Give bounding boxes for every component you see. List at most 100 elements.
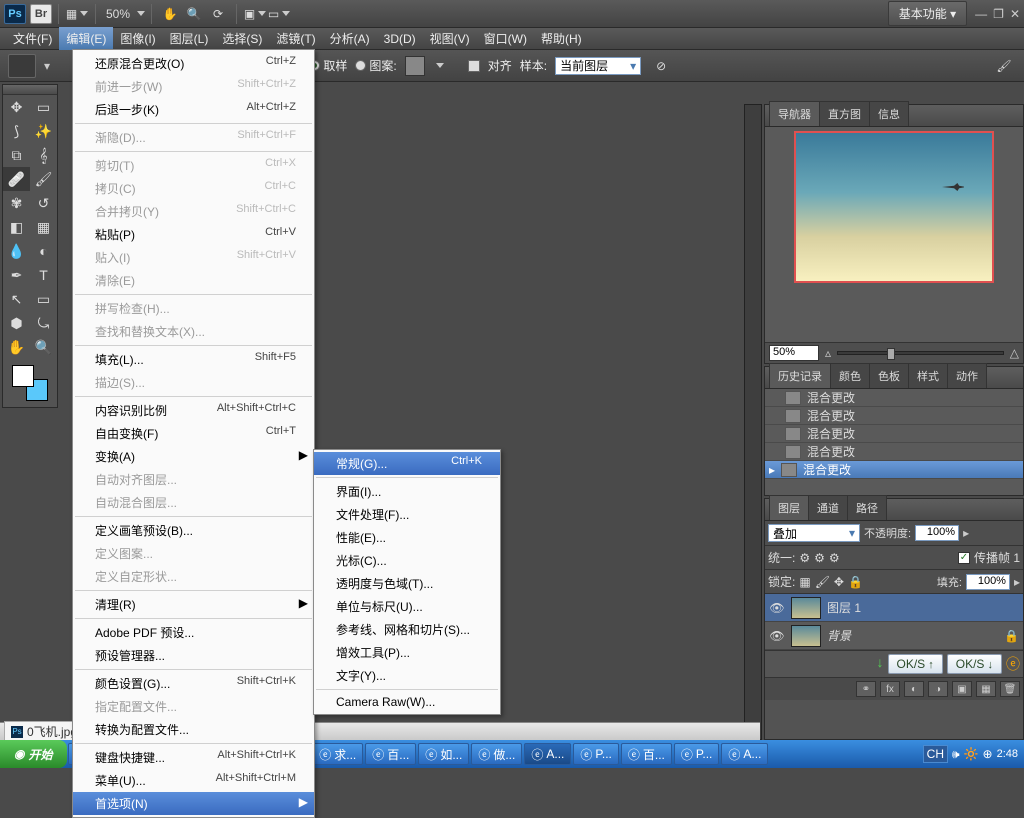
menu-item[interactable]: 预设管理器... (73, 644, 314, 667)
menu-item[interactable]: 键盘快捷键...Alt+Shift+Ctrl+K (73, 746, 314, 769)
sample-select[interactable]: 当前图层▾ (555, 57, 641, 75)
menu-analysis[interactable]: 分析(A) (323, 27, 377, 50)
taskbar-item[interactable]: ⓔA... (721, 743, 768, 765)
taskbar-item[interactable]: ⓔP... (573, 743, 618, 765)
menu-view[interactable]: 视图(V) (423, 27, 477, 50)
tray-icon[interactable]: ⊕ (983, 747, 993, 761)
marquee-tool-icon[interactable]: ▭ (30, 95, 57, 119)
navigator-zoom-slider[interactable] (837, 351, 1004, 355)
layer-row[interactable]: 👁图层 1 (765, 594, 1023, 622)
tray-icon[interactable]: 🕪 (952, 747, 960, 762)
3d-camera-tool-icon[interactable]: ⤿ (30, 311, 57, 335)
submenu-item[interactable]: 参考线、网格和切片(S)... (314, 618, 500, 641)
trash-icon[interactable]: 🗑 (1000, 681, 1020, 697)
menu-item[interactable]: 首选项(N)▶ (73, 792, 314, 815)
menu-image[interactable]: 图像(I) (113, 27, 162, 50)
tab-styles[interactable]: 样式 (908, 363, 948, 388)
submenu-item[interactable]: 增效工具(P)... (314, 641, 500, 664)
history-brush-tool-icon[interactable]: ↺ (30, 191, 57, 215)
tab-actions[interactable]: 动作 (947, 363, 987, 388)
workspace-switcher[interactable]: 基本功能 ▾ (888, 1, 967, 26)
gradient-tool-icon[interactable]: ▦ (30, 215, 57, 239)
panel-collapse-bar[interactable] (744, 104, 762, 740)
menu-item[interactable]: 还原混合更改(O)Ctrl+Z (73, 52, 314, 75)
color-swatches[interactable] (12, 365, 48, 401)
layer-row[interactable]: 👁背景🔒 (765, 622, 1023, 650)
fill-input[interactable]: 100% (966, 574, 1010, 590)
visibility-icon[interactable]: 👁 (769, 600, 785, 616)
menu-window[interactable]: 窗口(W) (477, 27, 534, 50)
unify-icon3[interactable]: ⚙ (829, 551, 840, 565)
opacity-input[interactable]: 100% (915, 525, 959, 541)
minimize-icon[interactable]: — (975, 7, 987, 21)
fx-icon[interactable]: fx (880, 681, 900, 697)
navigator-thumbnail[interactable] (794, 131, 994, 283)
new-layer-icon[interactable]: ▦ (976, 681, 996, 697)
submenu-item[interactable]: 常规(G)...Ctrl+K (314, 452, 500, 475)
wand-tool-icon[interactable]: ✨ (30, 119, 57, 143)
menu-item[interactable]: 清理(R)▶ (73, 593, 314, 616)
down-arrow-icon[interactable]: ↓ (877, 654, 884, 674)
zoom-tool-icon[interactable]: 🔍 (30, 335, 57, 359)
rotate-icon[interactable]: ⟳ (206, 3, 230, 25)
history-item[interactable]: 混合更改 (765, 425, 1023, 443)
taskbar-item[interactable]: ⓔ百... (365, 743, 416, 765)
unify-icon2[interactable]: ⚙ (814, 551, 825, 565)
eyedropper-tool-icon[interactable]: 𝄞 (30, 143, 57, 167)
menu-layer[interactable]: 图层(L) (163, 27, 216, 50)
menu-item[interactable]: 填充(L)...Shift+F5 (73, 348, 314, 371)
submenu-item[interactable]: 单位与标尺(U)... (314, 595, 500, 618)
menu-item[interactable]: Adobe PDF 预设... (73, 621, 314, 644)
submenu-item[interactable]: 文件处理(F)... (314, 503, 500, 526)
ok-button-1[interactable]: OK/S ↑ (888, 654, 943, 674)
submenu-item[interactable]: 界面(I)... (314, 480, 500, 503)
brush-tool-icon[interactable]: 🖌 (30, 167, 57, 191)
menu-item[interactable]: 转换为配置文件... (73, 718, 314, 741)
lang-indicator[interactable]: CH (923, 745, 948, 763)
zoom-in-icon[interactable]: △ (1010, 346, 1019, 360)
menu-item[interactable]: 内容识别比例Alt+Shift+Ctrl+C (73, 399, 314, 422)
link-layers-icon[interactable]: ⚭ (856, 681, 876, 697)
toolbox-grip[interactable] (3, 85, 57, 95)
sample-radio[interactable]: 取样 (309, 57, 347, 74)
submenu-item[interactable]: 文字(Y)... (314, 664, 500, 687)
menu-filter[interactable]: 滤镜(T) (269, 27, 322, 50)
bridge-icon[interactable]: Br (30, 4, 52, 24)
tab-color[interactable]: 颜色 (830, 363, 870, 388)
menu-select[interactable]: 选择(S) (215, 27, 269, 50)
group-icon[interactable]: ▣ (952, 681, 972, 697)
tray-icon[interactable]: 🔆 (964, 747, 979, 761)
shape-tool-icon[interactable]: ▭ (30, 287, 57, 311)
submenu-item[interactable]: Camera Raw(W)... (314, 692, 500, 712)
zoom-out-icon[interactable]: ▵ (825, 346, 831, 360)
menu-item[interactable]: 定义画笔预设(B)... (73, 519, 314, 542)
tab-navigator[interactable]: 导航器 (769, 101, 820, 126)
tab-swatches[interactable]: 色板 (869, 363, 909, 388)
path-select-tool-icon[interactable]: ↖ (3, 287, 30, 311)
brush-panel-icon[interactable]: 🖌 (992, 55, 1016, 77)
menu-edit[interactable]: 编辑(E) (59, 27, 113, 50)
tab-layers[interactable]: 图层 (769, 495, 809, 520)
arrange-icon[interactable]: ▣ (243, 3, 267, 25)
screen-mode-icon[interactable]: ▭ (267, 3, 291, 25)
menu-item[interactable]: 菜单(U)...Alt+Shift+Ctrl+M (73, 769, 314, 792)
menu-item[interactable]: 变换(A)▶ (73, 445, 314, 468)
menu-item[interactable]: 自由变换(F)Ctrl+T (73, 422, 314, 445)
zoom-value[interactable]: 50% (106, 7, 130, 21)
dodge-tool-icon[interactable]: ◐ (30, 239, 57, 263)
align-checkbox[interactable] (468, 60, 480, 72)
lock-paint-icon[interactable]: 🖌 (815, 575, 830, 589)
move-tool-icon[interactable]: ✥ (3, 95, 30, 119)
lock-move-icon[interactable]: ✥ (834, 575, 844, 589)
tab-history[interactable]: 历史记录 (769, 363, 831, 388)
tab-info[interactable]: 信息 (869, 101, 909, 126)
ie-tray-icon[interactable]: ⓔ (1006, 654, 1020, 674)
menu-item[interactable]: 颜色设置(G)...Shift+Ctrl+K (73, 672, 314, 695)
menu-3d[interactable]: 3D(D) (377, 29, 423, 49)
mask-icon[interactable]: ◐ (904, 681, 924, 697)
crop-tool-icon[interactable]: ⧉ (3, 143, 30, 167)
submenu-item[interactable]: 透明度与色域(T)... (314, 572, 500, 595)
tab-paths[interactable]: 路径 (847, 495, 887, 520)
propagate-checkbox[interactable]: ✓ (958, 552, 970, 564)
options-extra-icon[interactable]: ⊘ (649, 55, 673, 77)
